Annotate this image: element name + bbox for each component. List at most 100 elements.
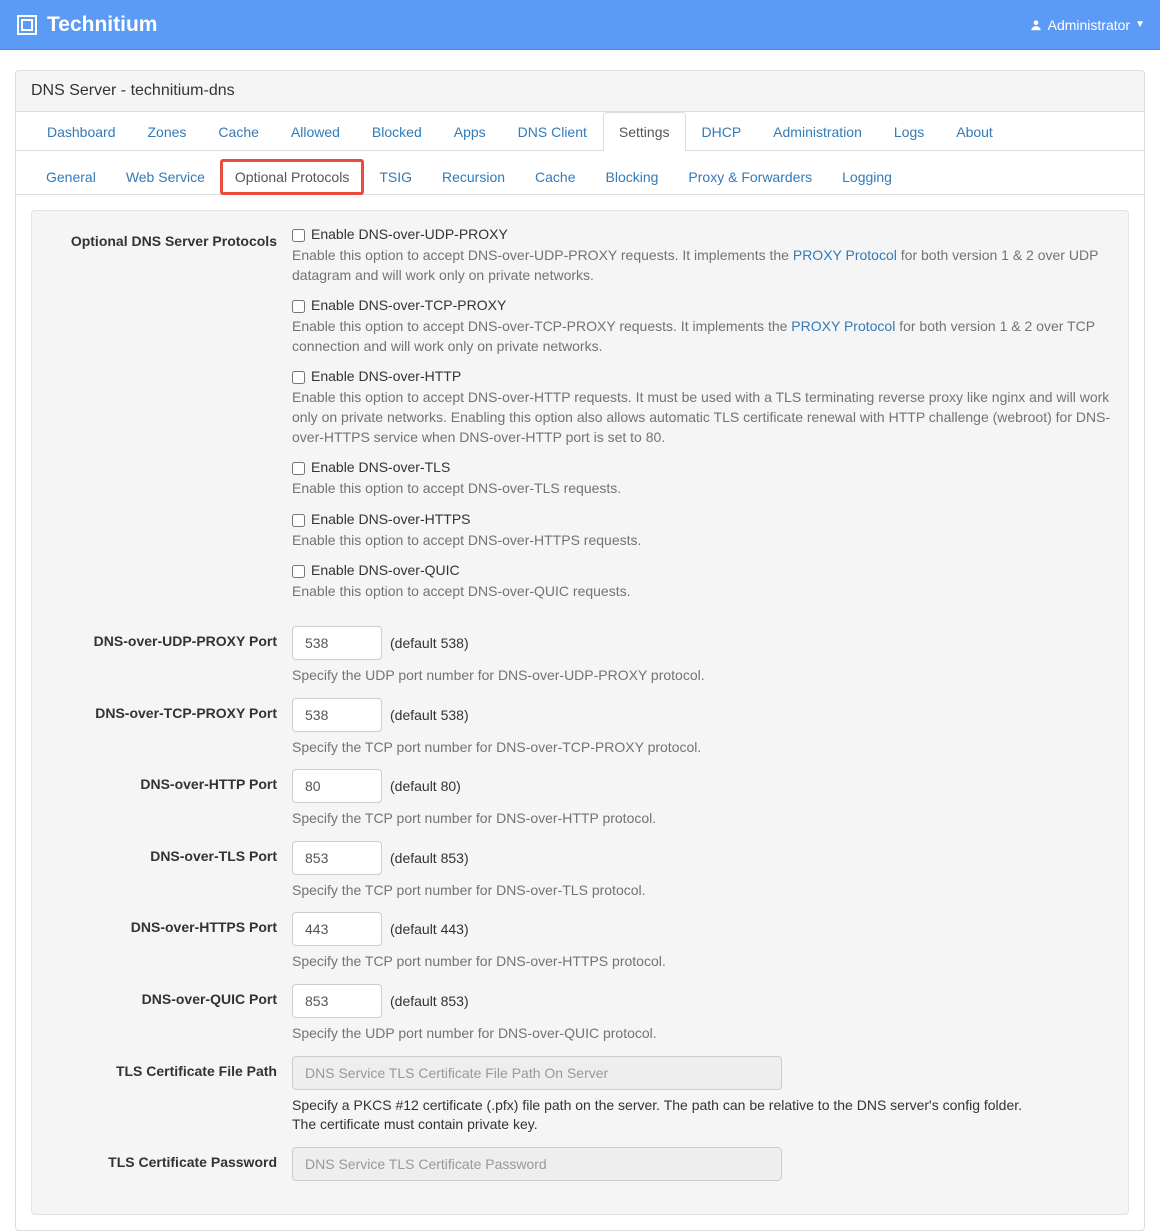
port-label: DNS-over-UDP-PROXY Port xyxy=(47,626,292,686)
subtab-proxy-forwarders[interactable]: Proxy & Forwarders xyxy=(673,159,827,195)
port-row-4: DNS-over-HTTPS Port (default 443) Specify … xyxy=(47,912,1113,972)
section-label: Optional DNS Server Protocols xyxy=(47,226,292,614)
caret-down-icon: ▼ xyxy=(1135,19,1145,30)
checkbox-row-2: Enable DNS-over-HTTP xyxy=(292,368,1113,384)
checkbox-help: Enable this option to accept DNS-over-TC… xyxy=(292,317,1113,356)
cert-pass-input[interactable] xyxy=(292,1147,782,1181)
tab-dashboard[interactable]: Dashboard xyxy=(31,112,132,151)
checkbox-help: Enable this option to accept DNS-over-HT… xyxy=(292,388,1113,447)
checkbox-enable-dns-over-http[interactable] xyxy=(292,371,305,384)
proxy-protocol-link[interactable]: PROXY Protocol xyxy=(791,318,895,334)
subtab-blocking[interactable]: Blocking xyxy=(591,159,674,195)
main-tabs: DashboardZonesCacheAllowedBlockedAppsDNS… xyxy=(16,112,1144,151)
checkbox-label: Enable DNS-over-TCP-PROXY xyxy=(311,297,506,313)
user-icon xyxy=(1029,18,1043,32)
checkbox-row-3: Enable DNS-over-TLS xyxy=(292,459,1113,475)
subtab-logging[interactable]: Logging xyxy=(827,159,907,195)
port-row-3: DNS-over-TLS Port (default 853) Specify th… xyxy=(47,841,1113,901)
form-area: Optional DNS Server Protocols Enable DNS… xyxy=(31,210,1129,1215)
tab-dhcp[interactable]: DHCP xyxy=(686,112,758,151)
checkbox-row-0: Enable DNS-over-UDP-PROXY xyxy=(292,226,1113,242)
tab-logs[interactable]: Logs xyxy=(878,112,940,151)
proxy-protocol-link[interactable]: PROXY Protocol xyxy=(793,247,897,263)
subtab-cache[interactable]: Cache xyxy=(520,159,590,195)
checkbox-row-5: Enable DNS-over-QUIC xyxy=(292,562,1113,578)
port-default: (default 853) xyxy=(390,850,469,866)
user-label: Administrator xyxy=(1048,17,1130,33)
port-label: DNS-over-HTTP Port xyxy=(47,769,292,829)
port-input-dns-over-tcp-proxy-port[interactable] xyxy=(292,698,382,732)
navbar: Technitium Administrator ▼ xyxy=(0,0,1160,50)
cert-path-input[interactable] xyxy=(292,1056,782,1090)
port-help: Specify the TCP port number for DNS-over… xyxy=(292,952,1113,972)
checkbox-help: Enable this option to accept DNS-over-QU… xyxy=(292,582,1113,602)
cert-path-label: TLS Certificate File Path xyxy=(47,1056,292,1135)
checkbox-enable-dns-over-tcp-proxy[interactable] xyxy=(292,300,305,313)
checkbox-label: Enable DNS-over-TLS xyxy=(311,459,450,475)
tab-blocked[interactable]: Blocked xyxy=(356,112,438,151)
subtab-optional-protocols[interactable]: Optional Protocols xyxy=(220,159,364,195)
port-input-dns-over-quic-port[interactable] xyxy=(292,984,382,1018)
checkbox-label: Enable DNS-over-UDP-PROXY xyxy=(311,226,508,242)
brand-text: Technitium xyxy=(47,13,157,37)
checkbox-help: Enable this option to accept DNS-over-UD… xyxy=(292,246,1113,285)
tab-cache[interactable]: Cache xyxy=(202,112,274,151)
cert-pass-label: TLS Certificate Password xyxy=(47,1147,292,1187)
port-help: Specify the TCP port number for DNS-over… xyxy=(292,738,1113,758)
port-row-0: DNS-over-UDP-PROXY Port (default 538) Spec… xyxy=(47,626,1113,686)
port-default: (default 853) xyxy=(390,993,469,1009)
tab-dns-client[interactable]: DNS Client xyxy=(502,112,603,151)
checkbox-help: Enable this option to accept DNS-over-TL… xyxy=(292,479,1113,499)
port-row-5: DNS-over-QUIC Port (default 853) Specify t… xyxy=(47,984,1113,1044)
port-help: Specify the TCP port number for DNS-over… xyxy=(292,809,1113,829)
port-label: DNS-over-HTTPS Port xyxy=(47,912,292,972)
cert-path-help: Specify a PKCS #12 certificate (.pfx) fi… xyxy=(292,1096,1022,1135)
main-container: DNS Server - technitium-dns DashboardZon… xyxy=(15,70,1145,1231)
port-default: (default 538) xyxy=(390,635,469,651)
checkbox-enable-dns-over-udp-proxy[interactable] xyxy=(292,229,305,242)
port-row-1: DNS-over-TCP-PROXY Port (default 538) Spec… xyxy=(47,698,1113,758)
port-default: (default 538) xyxy=(390,707,469,723)
checkbox-enable-dns-over-https[interactable] xyxy=(292,514,305,527)
tab-administration[interactable]: Administration xyxy=(757,112,878,151)
cert-path-row: TLS Certificate File Path Specify a PKCS… xyxy=(47,1056,1113,1135)
subtab-general[interactable]: General xyxy=(31,159,111,195)
port-label: DNS-over-TCP-PROXY Port xyxy=(47,698,292,758)
port-label: DNS-over-TLS Port xyxy=(47,841,292,901)
checkbox-row-1: Enable DNS-over-TCP-PROXY xyxy=(292,297,1113,313)
tab-settings[interactable]: Settings xyxy=(603,112,686,151)
checkbox-list: Enable DNS-over-UDP-PROXY Enable this opt… xyxy=(292,226,1113,614)
port-input-dns-over-http-port[interactable] xyxy=(292,769,382,803)
port-input-dns-over-https-port[interactable] xyxy=(292,912,382,946)
tab-apps[interactable]: Apps xyxy=(438,112,502,151)
checkbox-label: Enable DNS-over-HTTPS xyxy=(311,511,471,527)
port-help: Specify the UDP port number for DNS-over… xyxy=(292,1024,1113,1044)
checkbox-help: Enable this option to accept DNS-over-HT… xyxy=(292,531,1113,551)
port-help: Specify the TCP port number for DNS-over… xyxy=(292,881,1113,901)
checkbox-label: Enable DNS-over-QUIC xyxy=(311,562,460,578)
port-help: Specify the UDP port number for DNS-over… xyxy=(292,666,1113,686)
port-default: (default 443) xyxy=(390,921,469,937)
checkbox-enable-dns-over-quic[interactable] xyxy=(292,565,305,578)
brand[interactable]: Technitium xyxy=(15,13,157,37)
cert-pass-row: TLS Certificate Password xyxy=(47,1147,1113,1187)
port-row-2: DNS-over-HTTP Port (default 80) Specify th… xyxy=(47,769,1113,829)
checkbox-label: Enable DNS-over-HTTP xyxy=(311,368,461,384)
checkbox-row-4: Enable DNS-over-HTTPS xyxy=(292,511,1113,527)
port-input-dns-over-udp-proxy-port[interactable] xyxy=(292,626,382,660)
tab-about[interactable]: About xyxy=(940,112,1009,151)
user-menu[interactable]: Administrator ▼ xyxy=(1029,17,1145,33)
sub-tabs: GeneralWeb ServiceOptional ProtocolsTSIG… xyxy=(16,151,1144,195)
protocols-section: Optional DNS Server Protocols Enable DNS… xyxy=(47,226,1113,614)
logo-icon xyxy=(15,13,39,37)
port-default: (default 80) xyxy=(390,778,461,794)
port-input-dns-over-tls-port[interactable] xyxy=(292,841,382,875)
checkbox-enable-dns-over-tls[interactable] xyxy=(292,462,305,475)
subtab-recursion[interactable]: Recursion xyxy=(427,159,520,195)
page-title: DNS Server - technitium-dns xyxy=(16,71,1144,112)
port-label: DNS-over-QUIC Port xyxy=(47,984,292,1044)
subtab-web-service[interactable]: Web Service xyxy=(111,159,220,195)
tab-allowed[interactable]: Allowed xyxy=(275,112,356,151)
tab-zones[interactable]: Zones xyxy=(132,112,203,151)
subtab-tsig[interactable]: TSIG xyxy=(364,159,427,195)
